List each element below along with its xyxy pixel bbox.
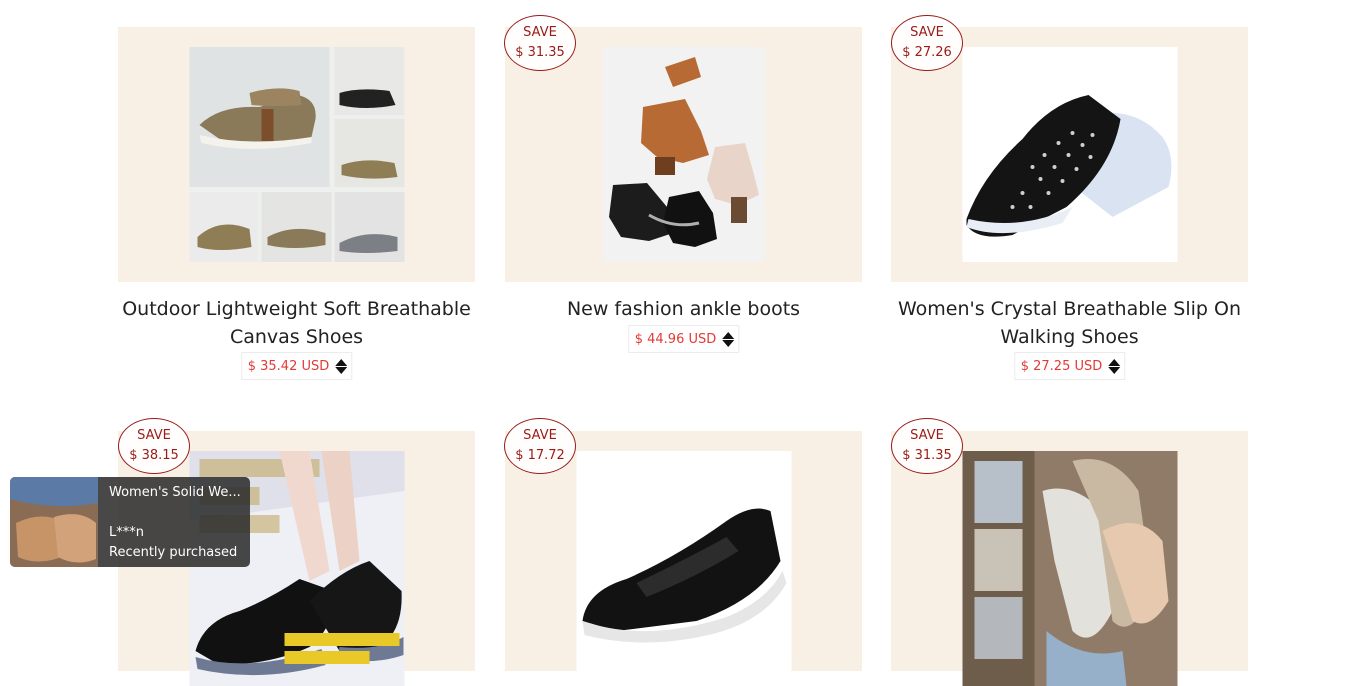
product-title[interactable]: New fashion ankle boots [505, 295, 862, 323]
save-amount: $ 17.72 [515, 448, 565, 463]
sort-arrows-icon[interactable] [1108, 358, 1121, 374]
save-label: SAVE [910, 25, 944, 40]
product-image[interactable] [962, 47, 1177, 262]
product-image[interactable] [189, 47, 404, 262]
save-amount: $ 38.15 [129, 448, 179, 463]
price-selector[interactable]: $ 35.42 USD [240, 352, 353, 380]
product-image[interactable] [602, 47, 765, 262]
purchaser-name: L***n [109, 525, 144, 540]
save-badge: SAVE $ 27.26 [891, 15, 963, 71]
save-amount: $ 27.26 [902, 45, 952, 60]
purchase-product-name[interactable]: Women's Solid We... [109, 485, 244, 500]
price-selector[interactable]: $ 27.25 USD [1013, 352, 1126, 380]
save-label: SAVE [523, 25, 557, 40]
save-badge: SAVE $ 31.35 [891, 418, 963, 474]
product-price: $ 27.25 USD [1020, 358, 1103, 374]
product-title[interactable]: Women's Crystal Breathable Slip On Walki… [891, 295, 1248, 351]
save-label: SAVE [137, 428, 171, 443]
save-badge: SAVE $ 31.35 [504, 15, 576, 71]
save-amount: $ 31.35 [902, 448, 952, 463]
sort-arrows-icon[interactable] [722, 331, 735, 347]
product-card-3[interactable]: SAVE $ 27.26 Women's Crystal Breathable … [891, 15, 1248, 387]
product-price: $ 44.96 USD [634, 331, 717, 347]
product-card-6[interactable]: SAVE $ 31.35 [891, 418, 1248, 686]
product-card-2[interactable]: SAVE $ 31.35 New fashion ankle boots $ 4… [504, 15, 862, 387]
product-image[interactable] [962, 451, 1177, 686]
product-card-5[interactable]: SAVE $ 17.72 [504, 418, 862, 686]
product-card-1[interactable]: Outdoor Lightweight Soft Breathable Canv… [118, 27, 475, 387]
recent-purchase-popup[interactable]: Women's Solid We... L***n Recently purch… [10, 477, 250, 567]
price-selector[interactable]: $ 44.96 USD [627, 325, 740, 353]
product-title[interactable]: Outdoor Lightweight Soft Breathable Canv… [118, 295, 475, 351]
save-label: SAVE [523, 428, 557, 443]
product-price: $ 35.42 USD [247, 358, 330, 374]
product-image[interactable] [576, 451, 791, 686]
save-badge: SAVE $ 38.15 [118, 418, 190, 474]
save-label: SAVE [910, 428, 944, 443]
purchase-thumbnail[interactable] [10, 477, 98, 567]
sort-arrows-icon[interactable] [335, 358, 348, 374]
save-amount: $ 31.35 [515, 45, 565, 60]
product-image-container[interactable] [118, 27, 475, 282]
save-badge: SAVE $ 17.72 [504, 418, 576, 474]
purchase-status: Recently purchased [109, 545, 238, 560]
